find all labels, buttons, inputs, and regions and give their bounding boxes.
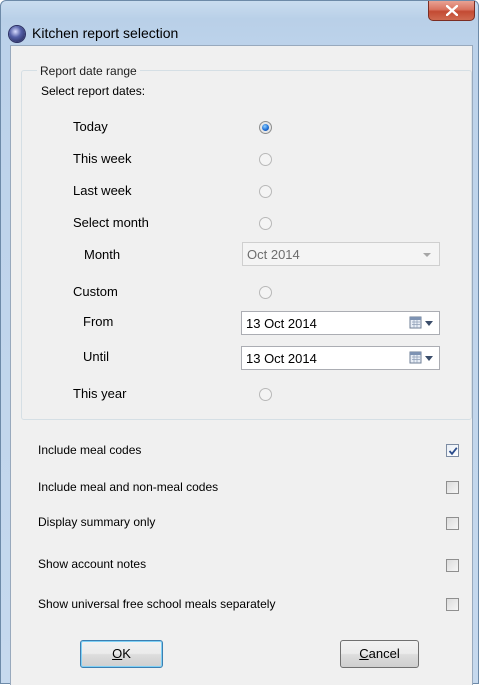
- month-value: Oct 2014: [247, 247, 300, 262]
- option-this-week-radio[interactable]: [259, 153, 272, 166]
- option-select-month-label: Select month: [73, 215, 149, 230]
- ok-mnemonic: O: [112, 646, 123, 661]
- title-bar[interactable]: Kitchen report selection: [1, 1, 479, 45]
- show-account-notes-label: Show account notes: [38, 557, 147, 571]
- option-this-week-label: This week: [73, 151, 132, 166]
- display-summary-only-label: Display summary only: [38, 515, 156, 529]
- ok-button[interactable]: OK: [80, 640, 163, 668]
- checkmark-icon: [448, 447, 458, 456]
- option-last-week-label: Last week: [73, 183, 132, 198]
- show-universal-free-school-meals-label: Show universal free school meals separat…: [38, 597, 276, 611]
- option-select-month-radio[interactable]: [259, 217, 272, 230]
- until-date-value: 13 Oct 2014: [246, 351, 317, 366]
- option-today-label: Today: [73, 119, 108, 134]
- from-label: From: [83, 314, 114, 329]
- from-date-value: 13 Oct 2014: [246, 316, 317, 331]
- month-combobox[interactable]: Oct 2014: [242, 242, 440, 266]
- close-icon: [445, 5, 458, 16]
- chevron-down-icon: [423, 253, 431, 257]
- display-summary-only-checkbox[interactable]: [446, 517, 459, 530]
- include-meal-non-meal-codes-label: Include meal and non-meal codes: [38, 480, 219, 494]
- option-this-year-radio[interactable]: [259, 388, 272, 401]
- include-meal-codes-checkbox[interactable]: [446, 444, 459, 457]
- option-last-week-radio[interactable]: [259, 185, 272, 198]
- cancel-label-rest: ancel: [368, 646, 400, 661]
- option-today-radio[interactable]: [259, 121, 272, 134]
- show-account-notes-checkbox[interactable]: [446, 559, 459, 572]
- option-custom-radio[interactable]: [259, 286, 272, 299]
- cancel-mnemonic: C: [359, 646, 369, 661]
- until-date-picker[interactable]: 13 Oct 2014: [241, 346, 440, 370]
- window-title: Kitchen report selection: [32, 25, 179, 41]
- select-dates-label: Select report dates:: [41, 84, 146, 98]
- show-universal-free-school-meals-checkbox[interactable]: [446, 598, 459, 611]
- close-button[interactable]: [428, 1, 475, 21]
- include-meal-codes-label: Include meal codes: [38, 443, 142, 457]
- option-custom-label: Custom: [73, 284, 118, 299]
- until-label: Until: [83, 349, 110, 364]
- cancel-button[interactable]: Cancel: [340, 640, 419, 668]
- include-meal-non-meal-codes-checkbox[interactable]: [446, 481, 459, 494]
- calendar-dropdown-icon[interactable]: [409, 351, 435, 365]
- from-date-picker[interactable]: 13 Oct 2014: [241, 311, 440, 335]
- group-legend: Report date range: [37, 64, 140, 78]
- option-this-year-label: This year: [73, 386, 127, 401]
- app-icon: [9, 26, 25, 42]
- calendar-dropdown-icon[interactable]: [409, 316, 435, 330]
- month-label: Month: [84, 247, 121, 262]
- ok-label-rest: K: [122, 646, 131, 661]
